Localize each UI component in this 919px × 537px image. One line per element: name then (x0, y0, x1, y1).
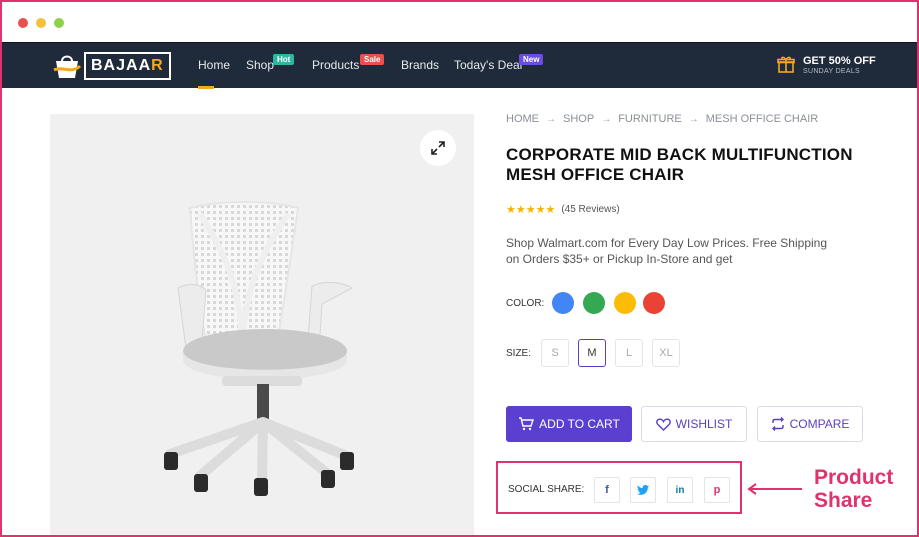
close-window-dot[interactable] (18, 18, 28, 28)
brand-name-main: BAJAA (91, 57, 152, 74)
color-label: COLOR: (506, 298, 545, 309)
size-option-s[interactable]: S (541, 339, 569, 367)
annotation-line-2: Share (814, 489, 873, 512)
breadcrumb-furniture[interactable]: FURNITURE (618, 113, 682, 125)
star-rating-icon: ★★★★★ (506, 204, 556, 216)
add-to-cart-label: ADD TO CART (539, 417, 620, 431)
nav-item-home[interactable]: Home (198, 58, 230, 72)
nav-item-todays-deal[interactable]: Today's Deal (454, 58, 522, 72)
pinterest-share-icon[interactable]: p (704, 477, 730, 503)
nav-badge-hot: Hot (273, 54, 295, 65)
size-option-l[interactable]: L (615, 339, 643, 367)
wishlist-label: WISHLIST (675, 417, 733, 431)
brand-name-last: R (151, 57, 164, 74)
social-share-panel: SOCIAL SHARE: f in p (496, 461, 742, 514)
nav-item-shop[interactable]: Shop (246, 58, 274, 72)
product-image[interactable] (50, 114, 474, 535)
top-navbar: BAJAA R Home Shop Hot Products Sale Brand… (2, 42, 917, 89)
color-swatch-yellow[interactable] (614, 292, 636, 314)
minimize-window-dot[interactable] (36, 18, 46, 28)
brand-logo[interactable]: BAJAA R (52, 51, 171, 81)
facebook-share-icon[interactable]: f (594, 477, 620, 503)
product-description: Shop Walmart.com for Every Day Low Price… (506, 236, 828, 266)
product-rating: ★★★★★ (45 Reviews) (506, 203, 620, 216)
brand-name: BAJAA R (84, 52, 171, 80)
screenshot-frame: BAJAA R Home Shop Hot Products Sale Brand… (0, 0, 919, 537)
nav-badge-sale: Sale (360, 54, 385, 65)
annotation-arrow-icon (747, 483, 802, 495)
compare-label: COMPARE (789, 417, 850, 431)
size-option-xl[interactable]: XL (652, 339, 680, 367)
review-count[interactable]: (45 Reviews) (561, 204, 619, 215)
product-share-annotation: Product Share (814, 466, 893, 512)
gift-icon (777, 56, 795, 73)
breadcrumb-arrow-icon: → (546, 113, 556, 125)
promo-title: GET 50% OFF (803, 55, 876, 67)
compare-arrows-icon (771, 417, 785, 431)
breadcrumb: HOME → SHOP → FURNITURE → MESH OFFICE CH… (506, 113, 818, 125)
wishlist-button[interactable]: WISHLIST (641, 406, 747, 442)
linkedin-share-icon[interactable]: in (667, 477, 693, 503)
color-swatch-blue[interactable] (552, 292, 574, 314)
color-swatch-red[interactable] (643, 292, 665, 314)
breadcrumb-arrow-icon: → (688, 113, 699, 125)
compare-button[interactable]: COMPARE (757, 406, 863, 442)
social-share-label: SOCIAL SHARE: (508, 484, 585, 495)
promo-subtitle: SUNDAY DEALS (803, 68, 861, 75)
breadcrumb-arrow-icon: → (601, 113, 612, 125)
size-label: SIZE: (506, 348, 532, 359)
add-to-cart-button[interactable]: ADD TO CART (506, 406, 632, 442)
breadcrumb-shop[interactable]: SHOP (563, 113, 594, 125)
window-titlebar (2, 2, 917, 42)
twitter-share-icon[interactable] (630, 477, 656, 503)
breadcrumb-current: MESH OFFICE CHAIR (705, 113, 819, 125)
active-nav-indicator (198, 86, 214, 89)
office-chair-illustration (164, 201, 354, 496)
breadcrumb-home[interactable]: HOME (506, 113, 539, 125)
nav-item-products[interactable]: Products (312, 58, 359, 72)
heart-icon (655, 417, 671, 431)
cart-icon (518, 417, 535, 431)
color-swatch-green[interactable] (583, 292, 605, 314)
maximize-window-dot[interactable] (54, 18, 64, 28)
expand-image-button[interactable] (420, 130, 456, 166)
nav-item-brands[interactable]: Brands (401, 58, 439, 72)
nav-badge-new: New (519, 54, 544, 65)
annotation-line-1: Product (814, 466, 894, 489)
shopping-bag-logo-icon (53, 55, 82, 78)
promo-deal[interactable]: GET 50% OFF SUNDAY DEALS (777, 55, 876, 77)
product-title: CORPORATE MID BACK MULTIFUNCTION MESH OF… (506, 145, 853, 184)
expand-icon (431, 141, 445, 155)
size-option-m[interactable]: M (578, 339, 606, 367)
